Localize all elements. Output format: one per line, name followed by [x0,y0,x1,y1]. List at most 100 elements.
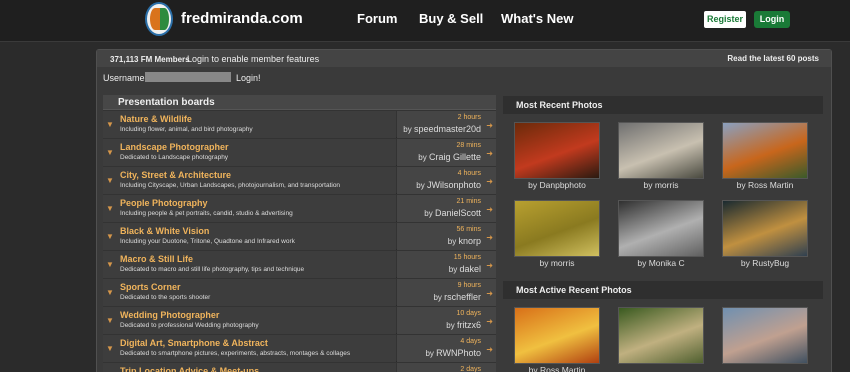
board-description: Dedicated to Landscape photography [120,154,229,161]
photo-card[interactable]: by Monika C [618,200,704,270]
photo-thumbnail[interactable] [618,307,704,364]
photo-card[interactable]: by Danpbphoto [514,122,600,192]
board-description: Including people & pet portraits, candid… [120,210,293,217]
photo-thumbnail[interactable] [514,122,600,179]
username-input[interactable] [145,72,231,82]
go-to-last-post-icon[interactable]: ➜ [486,261,493,270]
board-last-post: 4 hours by JWilsonphoto ➜ [397,167,496,194]
board-description: Including your Duotone, Tritone, Quadton… [120,238,295,245]
photo-credit[interactable]: by RustyBug [722,258,808,268]
fredmiranda-logo[interactable] [145,2,173,36]
go-to-last-post-icon[interactable]: ➜ [486,289,493,298]
board-user-name[interactable]: Craig Gillette [429,152,481,162]
photo-card[interactable]: by morris [514,200,600,270]
board-arrow-icon: ▼ [106,204,114,213]
board-description: Including flower, animal, and bird photo… [120,126,253,133]
photo-card[interactable] [722,307,808,372]
board-row[interactable]: ▼ Macro & Still Life Dedicated to macro an… [103,251,496,278]
board-row[interactable]: ▼ City, Street & Architecture Including Ci… [103,167,496,194]
board-row[interactable]: ▼ People Photography Including people & pe… [103,195,496,222]
board-last-time: 21 mins [456,198,481,205]
board-last-post: 56 mins by knorp ➜ [397,223,496,250]
board-name[interactable]: Landscape Photographer [120,142,229,152]
board-last-time: 15 hours [453,254,481,261]
photo-card[interactable] [618,307,704,372]
board-name[interactable]: Digital Art, Smartphone & Abstract [120,338,268,348]
board-last-user[interactable]: by Craig Gillette [418,152,481,162]
photo-credit[interactable]: by Ross Martin [722,180,808,190]
go-to-last-post-icon[interactable]: ➜ [486,205,493,214]
go-to-last-post-icon[interactable]: ➜ [486,177,493,186]
board-user-name[interactable]: fritzx6 [457,320,481,330]
board-user-name[interactable]: speedmaster20d [414,124,481,134]
by-prefix: by [424,209,433,218]
photo-credit[interactable]: by Ross Martin [514,365,600,372]
go-to-last-post-icon[interactable]: ➜ [486,345,493,354]
nav-buy-sell[interactable]: Buy & Sell [419,11,483,26]
board-last-user[interactable]: by knorp [448,236,481,246]
board-user-name[interactable]: knorp [458,236,481,246]
board-name[interactable]: People Photography [120,198,208,208]
board-last-user[interactable]: by DanielScott [424,208,481,218]
board-row[interactable]: ▼ Nature & Wildlife Including flower, anim… [103,111,496,138]
board-name[interactable]: Macro & Still Life [120,254,193,264]
username-label: Username [103,73,145,83]
photo-card[interactable]: by RustyBug [722,200,808,270]
board-last-user[interactable]: by RWNPhoto [425,348,481,358]
go-to-last-post-icon[interactable]: ➜ [486,149,493,158]
board-last-user[interactable]: by fritzx6 [446,320,481,330]
board-row[interactable]: ▼ Wedding Photographer Dedicated to profes… [103,307,496,334]
photo-credit[interactable]: by morris [514,258,600,268]
photo-thumbnail[interactable] [514,307,600,364]
board-name[interactable]: Nature & Wildlife [120,114,192,124]
photo-credit[interactable]: by Danpbphoto [514,180,600,190]
board-arrow-icon: ▼ [106,148,114,157]
login-link[interactable]: Login! [236,73,261,83]
board-row[interactable]: ▼Trip Location Advice & Meet-ups2 days➜ [103,363,496,372]
board-user-name[interactable]: DanielScott [435,208,481,218]
nav-whats-new[interactable]: What's New [501,11,573,26]
board-name[interactable]: Wedding Photographer [120,310,219,320]
board-last-user[interactable]: by JWilsonphoto [416,180,481,190]
board-name[interactable]: Black & White Vision [120,226,209,236]
login-button[interactable]: Login [754,11,790,28]
photo-thumbnail[interactable] [722,122,808,179]
latest-posts-link[interactable]: Read the latest 60 posts [727,54,819,63]
board-last-post: 2 days➜ [397,363,496,372]
photo-thumbnail[interactable] [722,307,808,364]
photo-thumbnail[interactable] [618,122,704,179]
board-arrow-icon: ▼ [106,288,114,297]
board-last-user[interactable]: by speedmaster20d [403,124,481,134]
board-name[interactable]: Sports Corner [120,282,181,292]
board-main: ▼ Digital Art, Smartphone & Abstract Dedic… [103,335,396,362]
board-name[interactable]: Trip Location Advice & Meet-ups [120,366,259,372]
board-name[interactable]: City, Street & Architecture [120,170,231,180]
photo-card[interactable]: by morris [618,122,704,192]
site-brand[interactable]: fredmiranda.com [181,10,303,27]
board-last-user[interactable]: by dakel [449,264,481,274]
board-main: ▼ Macro & Still Life Dedicated to macro an… [103,251,396,278]
board-user-name[interactable]: rscheffler [444,292,481,302]
go-to-last-post-icon[interactable]: ➜ [486,121,493,130]
go-to-last-post-icon[interactable]: ➜ [486,317,493,326]
photo-card[interactable]: by Ross Martin [514,307,600,372]
board-row[interactable]: ▼ Landscape Photographer Dedicated to Land… [103,139,496,166]
board-user-name[interactable]: dakel [459,264,481,274]
board-row[interactable]: ▼ Sports Corner Dedicated to the sports sh… [103,279,496,306]
board-user-name[interactable]: JWilsonphoto [427,180,481,190]
board-arrow-icon: ▼ [106,176,114,185]
photo-credit[interactable]: by morris [618,180,704,190]
photo-credit[interactable]: by Monika C [618,258,704,268]
photo-thumbnail[interactable] [514,200,600,257]
board-row[interactable]: ▼ Black & White Vision Including your Duot… [103,223,496,250]
go-to-last-post-icon[interactable]: ➜ [486,233,493,242]
active-photos-title: Most Active Recent Photos [516,285,632,295]
board-row[interactable]: ▼ Digital Art, Smartphone & Abstract Dedic… [103,335,496,362]
photo-card[interactable]: by Ross Martin [722,122,808,192]
photo-thumbnail[interactable] [722,200,808,257]
register-button[interactable]: Register [704,11,746,28]
nav-forum[interactable]: Forum [357,11,397,26]
board-user-name[interactable]: RWNPhoto [436,348,481,358]
board-last-user[interactable]: by rscheffler [433,292,481,302]
photo-thumbnail[interactable] [618,200,704,257]
